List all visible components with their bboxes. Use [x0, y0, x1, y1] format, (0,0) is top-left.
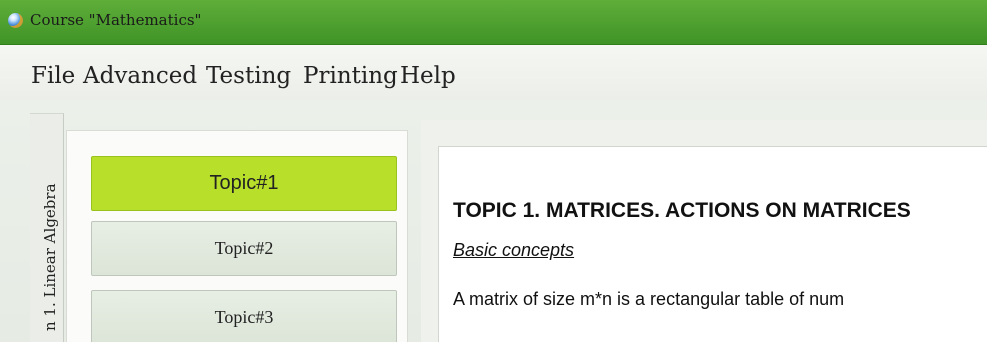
application-window: Course "Mathematics" File Advanced Testi… [0, 0, 987, 342]
section-tab-label: n 1. Linear Algebra [40, 183, 59, 331]
topic-content-panel[interactable]: TOPIC 1. MATRICES. ACTIONS ON MATRICES B… [438, 146, 987, 342]
topic-heading: TOPIC 1. MATRICES. ACTIONS ON MATRICES [453, 199, 911, 222]
menu-item-help[interactable]: Help [400, 63, 456, 89]
topic-2-button[interactable]: Topic#2 [91, 221, 397, 276]
window-title: Course "Mathematics" [30, 11, 202, 29]
basic-concepts-link[interactable]: Basic concepts [453, 240, 574, 261]
definition-text: A matrix of size m*n is a rectangular ta… [453, 289, 845, 309]
section-tab-strip: n 1. Linear Algebra [30, 113, 64, 342]
topics-panel: Topic#1 Topic#2 Topic#3 [66, 130, 408, 342]
menu-item-file[interactable]: File [31, 63, 75, 89]
globe-app-icon [8, 13, 23, 28]
topic-1-button[interactable]: Topic#1 [91, 156, 397, 211]
topic-3-label: Topic#3 [214, 307, 274, 327]
title-bar[interactable]: Course "Mathematics" [0, 0, 987, 45]
topic-2-label: Topic#2 [214, 238, 274, 258]
menu-item-advanced[interactable]: Advanced [83, 63, 197, 89]
menu-item-printing[interactable]: Printing [303, 63, 398, 89]
menu-bar: File Advanced Testing Printing Help [0, 45, 987, 100]
topic-3-button[interactable]: Topic#3 [91, 290, 397, 342]
content-frame: TOPIC 1. MATRICES. ACTIONS ON MATRICES B… [421, 120, 987, 342]
menu-item-testing[interactable]: Testing [206, 63, 291, 89]
topic-1-label: Topic#1 [209, 172, 279, 194]
section-tab-linear-algebra[interactable]: n 1. Linear Algebra [30, 114, 63, 342]
